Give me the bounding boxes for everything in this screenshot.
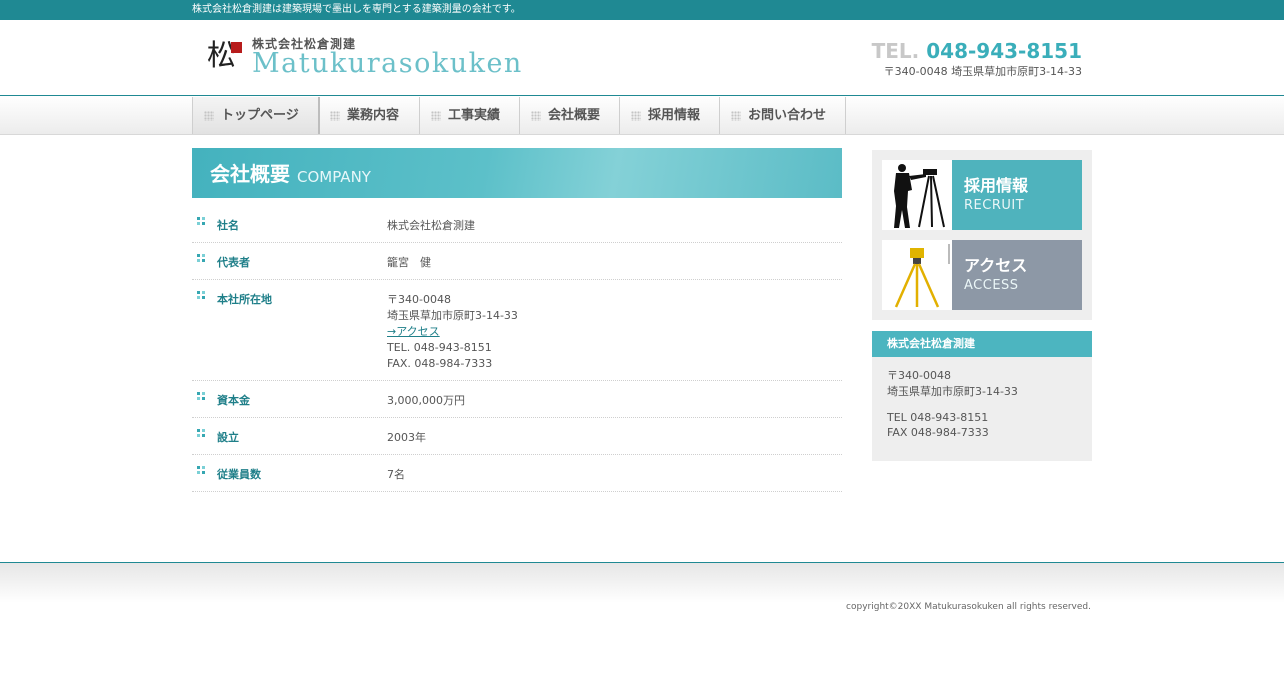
company-box-postal: 〒340-0048	[887, 369, 951, 382]
nav-label: 採用情報	[648, 108, 701, 123]
grid-icon	[330, 111, 340, 121]
bullet-icon	[197, 466, 205, 474]
logo-wordmark[interactable]: Matukurasokuken	[252, 47, 523, 81]
office-details: 〒340-0048 埼玉県草加市原町3-14-33 →アクセス TEL. 048…	[387, 292, 518, 372]
info-value: 2003年	[387, 431, 426, 444]
grid-icon	[204, 111, 214, 121]
office-tel: TEL. 048-943-8151	[387, 341, 492, 354]
site-header	[0, 20, 1284, 95]
info-row-founded: 設立 2003年	[192, 425, 842, 455]
info-key: 本社所在地	[217, 293, 272, 306]
info-value: 3,000,000万円	[387, 394, 465, 407]
company-box-header: 株式会社松倉測建	[872, 331, 1092, 357]
nav-label: トップページ	[221, 108, 299, 123]
info-row-company: 社名 株式会社松倉測建	[192, 213, 842, 243]
info-key: 従業員数	[217, 468, 261, 481]
sidebar-company-info: 株式会社松倉測建 〒340-0048 埼玉県草加市原町3-14-33 TEL 0…	[872, 331, 1092, 461]
nav-label: 工事実績	[448, 108, 501, 123]
nav-item-top[interactable]: トップページ	[192, 97, 320, 134]
info-value: 7名	[387, 468, 405, 481]
recruit-banner[interactable]: 採用情報 RECRUIT	[882, 160, 1082, 230]
info-row-capital: 資本金 3,000,000万円	[192, 388, 842, 418]
nav-item-recruit[interactable]: 採用情報	[620, 97, 720, 134]
section-title: 会社概要	[210, 162, 290, 186]
bullet-icon	[197, 254, 205, 262]
grid-icon	[531, 111, 541, 121]
section-subtitle: COMPANY	[297, 168, 371, 186]
info-value: 籠宮 健	[387, 256, 431, 269]
site-footer: copyright©20XX Matukurasokuken all right…	[0, 562, 1284, 691]
header-phone: TEL. 048-943-8151	[872, 38, 1082, 64]
bullet-icon	[197, 291, 205, 299]
access-link[interactable]: →アクセス	[387, 325, 440, 338]
global-nav: トップページ 業務内容 工事実績 会社概要 採用情報 お問い合わせ	[0, 95, 1284, 135]
banner-title: 採用情報	[964, 176, 1029, 195]
bullet-icon	[197, 429, 205, 437]
header-address: 〒340-0048 埼玉県草加市原町3-14-33	[883, 65, 1082, 78]
grid-icon	[431, 111, 441, 121]
nav-item-works[interactable]: 工事実績	[420, 97, 520, 134]
tel-label: TEL.	[871, 39, 920, 63]
nav-label: 会社概要	[548, 108, 601, 123]
logo-stamp-icon	[231, 42, 242, 53]
banner-subtitle: ACCESS	[964, 278, 1019, 293]
banner-subtitle: RECRUIT	[964, 198, 1025, 213]
tel-number: 048-943-8151	[926, 39, 1082, 63]
company-box-fax: FAX 048-984-7333	[887, 426, 989, 439]
grid-icon	[731, 111, 741, 121]
banner-title: アクセス	[964, 256, 1028, 275]
info-row-representative: 代表者 籠宮 健	[192, 250, 842, 280]
access-banner[interactable]: アクセス ACCESS	[882, 240, 1082, 310]
sidebar-banners: 採用情報 RECRUIT アクセス ACCESS	[872, 150, 1092, 320]
surveyor-photo	[882, 160, 952, 230]
nav-item-company[interactable]: 会社概要	[520, 97, 620, 134]
office-address: 埼玉県草加市原町3-14-33	[387, 309, 518, 322]
bullet-icon	[197, 392, 205, 400]
top-bar: 株式会社松倉測建は建築現場で墨出しを専門とする建築測量の会社です。	[0, 0, 1284, 20]
logo-mark[interactable]: 松	[207, 38, 242, 72]
nav-label: 業務内容	[347, 108, 400, 123]
copyright: copyright©20XX Matukurasokuken all right…	[846, 602, 1091, 612]
info-value: 株式会社松倉測建	[387, 219, 475, 232]
bullet-icon	[197, 217, 205, 225]
nav-item-contact[interactable]: お問い合わせ	[720, 97, 846, 134]
nav-label: お問い合わせ	[748, 108, 827, 123]
section-heading: 会社概要 COMPANY	[192, 148, 842, 198]
info-key: 社名	[217, 219, 239, 232]
company-box-tel: TEL 048-943-8151	[887, 411, 989, 424]
recruit-banner-text: 採用情報 RECRUIT	[952, 160, 1082, 230]
tripod-photo	[882, 240, 952, 310]
info-key: 代表者	[217, 256, 250, 269]
info-row-office: 本社所在地 〒340-0048 埼玉県草加市原町3-14-33 →アクセス TE…	[192, 287, 842, 381]
grid-icon	[631, 111, 641, 121]
nav-item-services[interactable]: 業務内容	[319, 97, 420, 134]
info-key: 資本金	[217, 394, 250, 407]
office-fax: FAX. 048-984-7333	[387, 357, 493, 370]
access-banner-text: アクセス ACCESS	[952, 240, 1082, 310]
company-box-address: 埼玉県草加市原町3-14-33	[887, 385, 1018, 398]
info-key: 設立	[217, 431, 239, 444]
info-row-employees: 従業員数 7名	[192, 462, 842, 492]
company-box-title: 株式会社松倉測建	[887, 337, 975, 350]
office-postal: 〒340-0048	[387, 293, 451, 306]
site-tagline: 株式会社松倉測建は建築現場で墨出しを専門とする建築測量の会社です。	[192, 4, 521, 15]
